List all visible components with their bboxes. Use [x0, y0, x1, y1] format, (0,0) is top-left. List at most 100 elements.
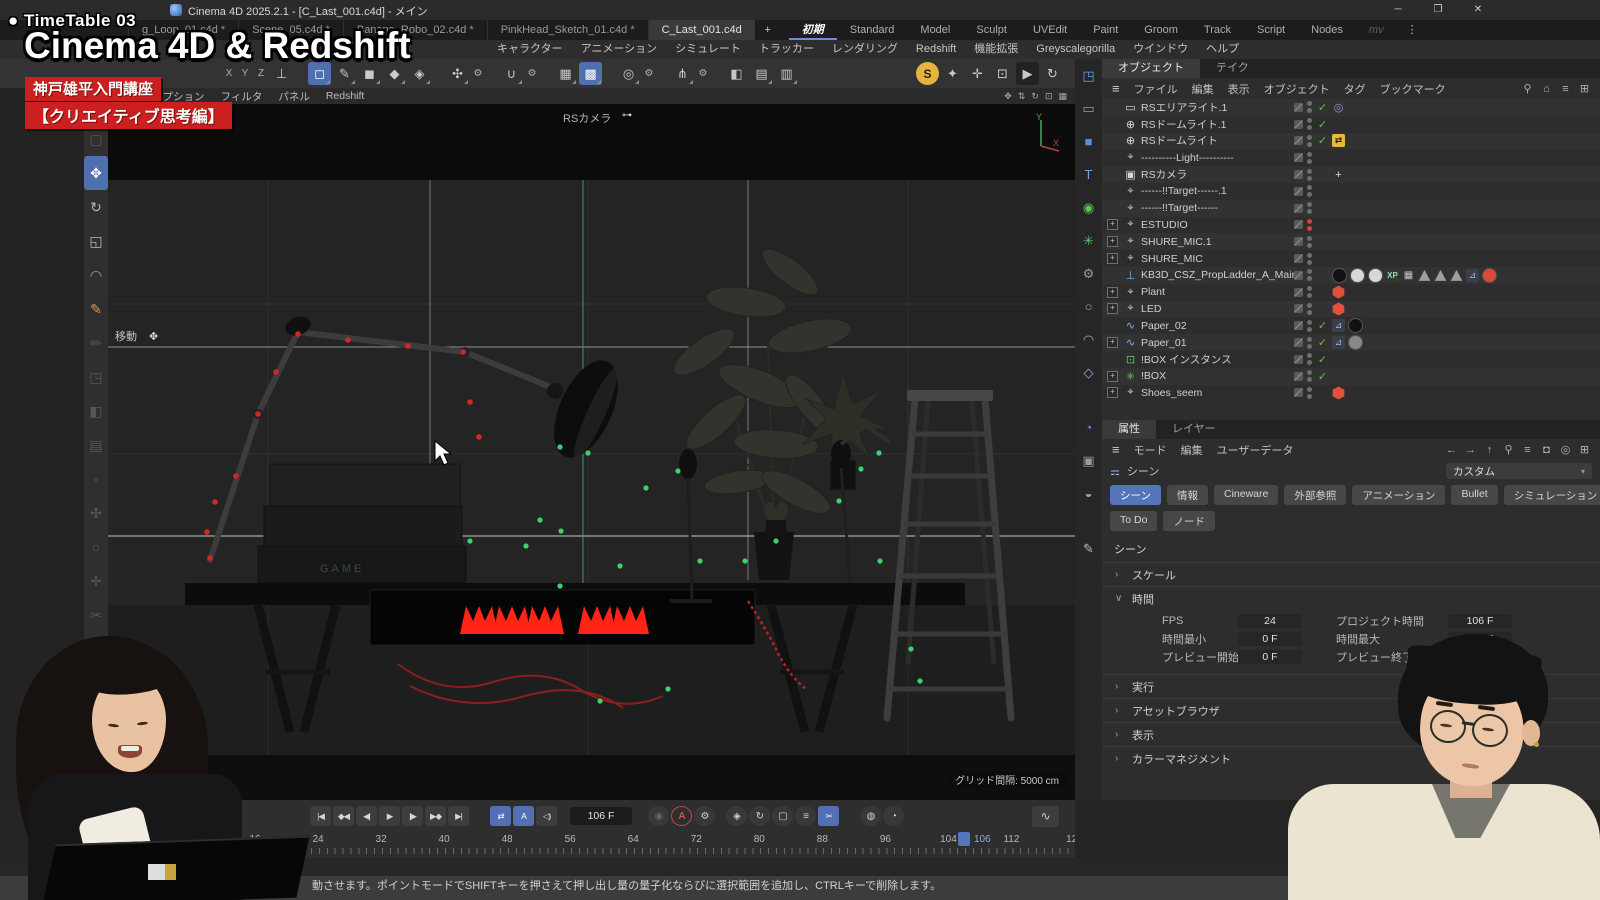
- object-row[interactable]: +⌖LED: [1102, 301, 1600, 318]
- forward-icon[interactable]: →: [1461, 444, 1480, 456]
- visibility-dot-editor[interactable]: [1307, 320, 1312, 325]
- visibility-dot-render[interactable]: [1307, 209, 1312, 214]
- panel-tab[interactable]: レイヤー: [1156, 420, 1232, 439]
- visibility-dot-editor[interactable]: [1307, 353, 1312, 358]
- snap-keys-button[interactable]: ◍: [860, 806, 881, 826]
- visibility-dots[interactable]: [1306, 337, 1313, 349]
- tri-tag-icon[interactable]: [1418, 269, 1431, 282]
- new-document-button[interactable]: +: [755, 20, 781, 40]
- simulation-icon[interactable]: ◉: [1075, 191, 1102, 224]
- tri-tag-icon[interactable]: [1434, 269, 1447, 282]
- play-button[interactable]: ▶: [379, 806, 400, 826]
- attribute-chip[interactable]: 情報: [1167, 485, 1208, 505]
- particles-icon[interactable]: ✳: [1075, 224, 1102, 257]
- cylinder-tool[interactable]: ○: [84, 530, 108, 564]
- visibility-dot-editor[interactable]: [1307, 101, 1312, 106]
- visibility-dot-render[interactable]: [1307, 192, 1312, 197]
- edit-toggle[interactable]: [1294, 355, 1303, 364]
- render-to-pv-icon[interactable]: ▤: [750, 62, 773, 85]
- object-row[interactable]: +⌖SHURE_MIC: [1102, 250, 1600, 267]
- object-row[interactable]: +⊕RSドームライト✓⇄: [1102, 133, 1600, 150]
- back-icon[interactable]: ←: [1442, 444, 1461, 456]
- edit-toggle[interactable]: [1294, 136, 1303, 145]
- go-to-end-button[interactable]: ▶|: [448, 806, 469, 826]
- rotate-view-icon[interactable]: ↻: [1031, 91, 1039, 102]
- visibility-dot-render[interactable]: [1307, 310, 1312, 315]
- camera-lock-icon[interactable]: ⊶: [622, 110, 632, 121]
- object-row[interactable]: +⊥KB3D_CSZ_PropLadder_A_MainXP▦⊿: [1102, 267, 1600, 284]
- visibility-dots[interactable]: [1306, 370, 1313, 382]
- camera-icon[interactable]: ▣: [1075, 444, 1102, 477]
- visibility-dot-render[interactable]: [1307, 125, 1312, 130]
- visibility-dot-editor[interactable]: [1307, 185, 1312, 190]
- attribute-chip[interactable]: ノード: [1163, 511, 1215, 531]
- enabled-check-icon[interactable]: ✓: [1316, 319, 1329, 332]
- expand-icon[interactable]: +: [1107, 387, 1118, 398]
- loop-toggle[interactable]: ⇄: [490, 806, 511, 826]
- home-icon[interactable]: ⌂: [1537, 83, 1556, 95]
- title-bar[interactable]: Cinema 4D 2025.2.1 - [C_Last_001.c4d] - …: [0, 0, 1600, 20]
- mat-black-tag-icon[interactable]: [1348, 318, 1363, 333]
- edit-toggle[interactable]: [1294, 220, 1303, 229]
- edit-toggle[interactable]: [1294, 170, 1303, 179]
- object-row[interactable]: +⌖------!!Target------: [1102, 200, 1600, 217]
- menu-item[interactable]: Redshift: [907, 40, 965, 59]
- crosshair-tag-icon[interactable]: +: [1332, 168, 1345, 181]
- key-position-toggle[interactable]: ◈: [726, 806, 747, 826]
- menu-item[interactable]: ウインドウ: [1124, 40, 1197, 59]
- current-frame-field[interactable]: 106 F: [570, 807, 632, 825]
- filter-icon[interactable]: ≡: [1518, 444, 1537, 456]
- sketch-tool[interactable]: ✏: [84, 326, 108, 360]
- expand-icon[interactable]: +: [1107, 236, 1118, 247]
- autokey-button[interactable]: A: [671, 806, 692, 826]
- menu-item[interactable]: Greyscalegorilla: [1027, 40, 1124, 59]
- key-pla-toggle[interactable]: ✂: [818, 806, 839, 826]
- layout-tab[interactable]: Groom: [1131, 20, 1191, 40]
- menu-item[interactable]: ヘルプ: [1197, 40, 1248, 59]
- attribute-chip[interactable]: Cineware: [1214, 485, 1278, 505]
- visibility-dot-render[interactable]: [1307, 108, 1312, 113]
- go-to-start-button[interactable]: |◀: [310, 806, 331, 826]
- edit-toggle[interactable]: [1294, 388, 1303, 397]
- attribute-chip[interactable]: Bullet: [1451, 485, 1497, 505]
- array-icon[interactable]: ▦: [554, 62, 577, 85]
- lock-icon[interactable]: ◘: [1537, 444, 1556, 456]
- document-tab[interactable]: C_Last_001.c4d ×: [648, 20, 755, 40]
- sync-icon[interactable]: ↻: [1041, 62, 1064, 85]
- tri-tag-icon[interactable]: [1450, 269, 1463, 282]
- expand-icon[interactable]: +: [1107, 219, 1118, 230]
- render-settings-icon[interactable]: ▥: [775, 62, 798, 85]
- pop-out-icon[interactable]: ⊞: [1575, 443, 1594, 456]
- camera-label[interactable]: RSカメラ: [563, 110, 611, 126]
- visibility-dot-editor[interactable]: [1307, 387, 1312, 392]
- mat-white-tag-icon[interactable]: [1350, 268, 1365, 283]
- object-row[interactable]: +▭RSエリアライト.1✓◎: [1102, 99, 1600, 116]
- deformer-icon[interactable]: ◈: [408, 62, 431, 85]
- modeling-tool[interactable]: ◧: [84, 394, 108, 428]
- layout-tab[interactable]: Sculpt: [963, 20, 1020, 40]
- mat-red-tag-icon[interactable]: [1482, 268, 1497, 283]
- object-row[interactable]: +⌖ESTUDIO: [1102, 217, 1600, 234]
- expand-icon[interactable]: +: [1107, 303, 1118, 314]
- visibility-dot-render[interactable]: [1307, 159, 1312, 164]
- visibility-dot-render[interactable]: [1307, 344, 1312, 349]
- attribute-group-header[interactable]: ›スケール: [1102, 562, 1600, 586]
- key-parameter-toggle[interactable]: ≡: [795, 806, 816, 826]
- settings-icon[interactable]: ⚙: [1075, 257, 1102, 290]
- attribute-group-header[interactable]: ∨時間: [1102, 586, 1600, 610]
- object-row[interactable]: +⌖Shoes_seem: [1102, 385, 1600, 402]
- enabled-check-icon[interactable]: ✓: [1316, 353, 1329, 366]
- menu-item[interactable]: 機能拡張: [965, 40, 1027, 59]
- next-key-button[interactable]: ▶◆: [425, 806, 446, 826]
- mat-white-tag-icon[interactable]: [1368, 268, 1383, 283]
- visibility-dots[interactable]: [1306, 253, 1313, 265]
- attribute-chip[interactable]: シミュレーション: [1504, 485, 1600, 505]
- visibility-dots[interactable]: [1306, 152, 1313, 164]
- panel-menu-item[interactable]: モード: [1127, 442, 1174, 458]
- enabled-check-icon[interactable]: ✓: [1316, 336, 1329, 349]
- search-icon[interactable]: ⚲: [1518, 82, 1537, 95]
- spline-smooth-tool[interactable]: ◠: [84, 258, 108, 292]
- field-value[interactable]: 24: [1238, 614, 1302, 628]
- layout-tab[interactable]: Standard: [837, 20, 908, 40]
- next-frame-button[interactable]: |▶: [402, 806, 423, 826]
